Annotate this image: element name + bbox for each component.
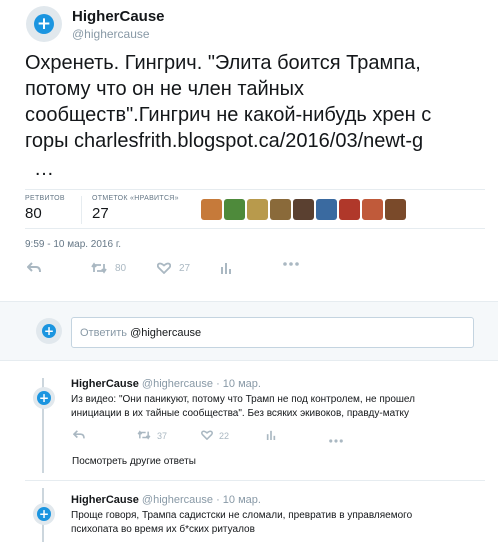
like-button[interactable]: 22: [201, 430, 229, 442]
likes-stat[interactable]: ОТМЕТОК «НРАВИТСЯ» 27: [92, 195, 179, 222]
liker-avatar[interactable]: [270, 199, 291, 220]
likes-count: 27: [92, 205, 109, 222]
liker-avatar[interactable]: [362, 199, 383, 220]
likes-label: ОТМЕТОК «НРАВИТСЯ»: [92, 195, 179, 202]
tweet-timestamp[interactable]: 9:59 - 10 мар. 2016 г.: [25, 239, 121, 250]
plus-icon: +: [34, 14, 54, 34]
retweet-button[interactable]: 80: [91, 262, 126, 274]
likers-avatars: [201, 199, 406, 220]
tweet-text-line: потому что он не член тайных: [25, 78, 305, 100]
plus-icon: +: [37, 391, 51, 405]
reply-author-name: HigherCause: [71, 494, 139, 506]
tweet-actions: 80 27: [25, 260, 325, 282]
reply-text-line: Проще говоря, Трампа садистски не сломал…: [71, 510, 413, 521]
more-icon: [283, 262, 299, 266]
tweet-text-prefix: горы: [25, 130, 75, 152]
stats-icon: [220, 262, 232, 274]
author-avatar[interactable]: +: [26, 6, 62, 42]
author-handle[interactable]: @highercause: [72, 27, 150, 41]
liker-avatar[interactable]: [293, 199, 314, 220]
reply-meta: @highercause · 10 мар.: [141, 494, 261, 506]
reply-text-line: Из видео: "Они паникуют, потому что Трам…: [71, 394, 415, 405]
tweet-link[interactable]: charlesfrith.blogspot.ca/2016/03/newt-g: [74, 130, 423, 152]
reply-avatar[interactable]: +: [33, 387, 55, 409]
like-button[interactable]: 27: [157, 262, 190, 274]
liker-avatar[interactable]: [339, 199, 360, 220]
reply-text: Из видео: "Они паникуют, потому что Трам…: [71, 393, 481, 421]
liker-avatar[interactable]: [224, 199, 245, 220]
retweet-count: 80: [115, 262, 127, 274]
stats-icon: [266, 430, 276, 442]
like-count: 27: [179, 262, 191, 274]
plus-icon: +: [42, 324, 56, 338]
reply-button[interactable]: [72, 430, 85, 442]
reply-text-line: психопата во время их б*ских ритуалов: [71, 524, 255, 535]
liker-avatar[interactable]: [316, 199, 337, 220]
reply-icon: [72, 430, 85, 442]
tweet-stats: РЕТВИТОВ 80 ОТМЕТОК «НРАВИТСЯ» 27: [25, 189, 485, 229]
reply-text: Проще говоря, Трампа садистски не сломал…: [71, 509, 481, 537]
tweet-ellipsis[interactable]: …: [34, 158, 54, 181]
reply-separator: [25, 480, 485, 481]
stats-divider: [81, 196, 82, 224]
more-icon: [329, 435, 343, 445]
retweet-count: 37: [157, 431, 168, 441]
retweet-button[interactable]: 37: [137, 430, 167, 442]
tweet-text-line: Охренеть. Гингрич. "Элита боится Трампа,: [25, 52, 421, 74]
like-count: 22: [219, 431, 230, 441]
heart-icon: [201, 430, 213, 442]
reply-meta: @highercause · 10 мар.: [141, 378, 261, 390]
liker-avatar[interactable]: [385, 199, 406, 220]
retweet-icon: [91, 262, 107, 274]
author-name[interactable]: HigherCause: [72, 8, 165, 26]
more-replies-link[interactable]: Посмотреть другие ответы: [72, 456, 196, 467]
reply-placeholder: Ответить: [80, 327, 131, 339]
reply-actions: 37 22: [71, 430, 371, 446]
retweets-stat[interactable]: РЕТВИТОВ 80: [25, 195, 65, 222]
plus-icon: +: [37, 507, 51, 521]
reply-header[interactable]: HigherCause @highercause · 10 мар.: [71, 494, 261, 506]
reply-text-line: инициации в их тайные сообщества". Без в…: [71, 408, 410, 419]
more-button[interactable]: [329, 435, 343, 445]
analytics-button[interactable]: [266, 430, 276, 442]
tweet-text-line: сообществ".Гингрич не какой-нибудь хрен …: [25, 104, 432, 126]
liker-avatar[interactable]: [201, 199, 222, 220]
reply-input[interactable]: Ответить @highercause: [71, 317, 474, 348]
reply-mention: @highercause: [130, 327, 202, 339]
retweets-count: 80: [25, 205, 42, 222]
reply-button[interactable]: [27, 262, 41, 274]
reply-header[interactable]: HigherCause @highercause · 10 мар.: [71, 378, 261, 390]
reply-avatar[interactable]: +: [33, 503, 55, 525]
heart-icon: [157, 262, 171, 274]
reply-author-name: HigherCause: [71, 378, 139, 390]
tweet-text-line: горы charlesfrith.blogspot.ca/2016/03/ne…: [25, 128, 487, 154]
tweet-text: Охренеть. Гингрич. "Элита боится Трампа,…: [25, 50, 487, 154]
retweets-label: РЕТВИТОВ: [25, 195, 65, 202]
retweet-icon: [137, 430, 151, 442]
liker-avatar[interactable]: [247, 199, 268, 220]
analytics-button[interactable]: [220, 262, 232, 274]
more-button[interactable]: [283, 262, 299, 266]
reply-bar: + Ответить @highercause: [0, 301, 498, 361]
current-user-avatar: +: [36, 318, 62, 344]
reply-icon: [27, 262, 41, 274]
